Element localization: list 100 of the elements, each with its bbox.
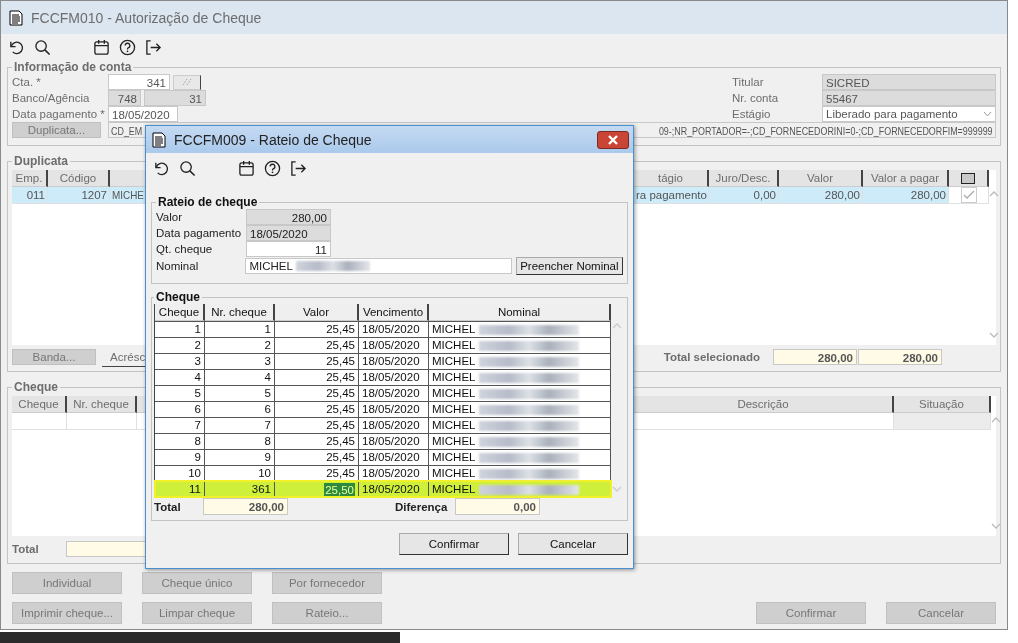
cell-text[interactable]: 25,45 xyxy=(326,386,355,401)
cell-text[interactable]: 25,50 xyxy=(324,482,355,497)
table-row[interactable]: 10 10 25,45 18/05/2020 MICHEL xyxy=(155,465,611,481)
cell-text: 10 xyxy=(258,466,271,481)
account-field[interactable]: 341 xyxy=(108,74,170,90)
cell-text: 4 xyxy=(194,370,201,385)
nominal-field[interactable]: MICHEL xyxy=(245,258,512,274)
checkbox[interactable] xyxy=(960,187,977,203)
column-header[interactable]: Código xyxy=(48,170,110,187)
table-row[interactable]: 1 1 25,45 18/05/2020 MICHEL xyxy=(155,321,611,337)
cell-text[interactable]: 25,45 xyxy=(326,434,355,449)
column-header[interactable]: Cheque xyxy=(155,304,205,321)
cell-text: 3 xyxy=(194,354,201,369)
lookup-button[interactable] xyxy=(173,74,201,90)
table-cell[interactable]: 1207 xyxy=(48,187,110,204)
column-header[interactable]: Cheque xyxy=(12,396,67,413)
difference-label: Diferença xyxy=(395,500,449,513)
field-label: Valor xyxy=(156,211,183,223)
cell-text: MICHEL xyxy=(432,450,476,465)
document-icon xyxy=(152,131,166,148)
table-row[interactable]: 6 6 25,45 18/05/2020 MICHEL xyxy=(155,401,611,417)
cell-text: 18/05/2020 xyxy=(362,322,420,337)
close-icon xyxy=(607,134,619,145)
search-icon[interactable] xyxy=(34,38,51,56)
close-button[interactable] xyxy=(597,130,629,149)
exit-icon[interactable] xyxy=(145,38,162,56)
cell-text[interactable]: 25,45 xyxy=(326,354,355,369)
cell-text[interactable]: 25,45 xyxy=(326,450,355,465)
total-field: 280,00 xyxy=(858,349,942,365)
dialog-button[interactable]: Cancelar xyxy=(518,533,628,555)
field-label: Estágio xyxy=(732,108,772,120)
cell-text: 6 xyxy=(194,402,201,417)
column-header[interactable]: tágio xyxy=(634,170,709,187)
window-title: FCCFM009 - Rateio de Cheque xyxy=(174,131,372,148)
input-field[interactable]: 18/05/2020 xyxy=(246,225,331,241)
cell-text[interactable]: 25,45 xyxy=(326,402,355,417)
cell-text: 361 xyxy=(251,482,271,497)
table-cell[interactable] xyxy=(67,413,137,430)
help-icon[interactable] xyxy=(264,159,281,177)
column-header[interactable]: Nr. cheque xyxy=(205,304,275,321)
cell-text: MICHEL xyxy=(432,370,476,385)
table-cell[interactable]: 011 xyxy=(12,187,48,204)
cell-text[interactable]: 25,45 xyxy=(326,466,355,481)
help-icon[interactable] xyxy=(119,38,136,56)
column-header[interactable]: Valor xyxy=(779,170,863,187)
input-field[interactable]: 11 xyxy=(246,241,331,257)
table-row[interactable]: 2 2 25,45 18/05/2020 MICHEL xyxy=(155,337,611,353)
dialog-button[interactable]: Confirmar xyxy=(399,533,509,555)
cell-text[interactable]: 25,45 xyxy=(326,322,355,337)
field-label: Nominal xyxy=(156,260,200,272)
field-label: Cta. * xyxy=(12,76,42,88)
field-label: Banco/Agência xyxy=(12,92,91,104)
search-icon[interactable] xyxy=(179,159,196,177)
table-cell[interactable] xyxy=(12,413,67,430)
table-cell[interactable]: ra pagamento xyxy=(634,187,709,204)
cell-text: 18/05/2020 xyxy=(362,386,420,401)
input-field[interactable]: 280,00 xyxy=(246,209,331,225)
cell-text[interactable]: 25,45 xyxy=(326,370,355,385)
cell-text: 18/05/2020 xyxy=(362,450,420,465)
calendar-icon[interactable] xyxy=(93,38,110,56)
group-title: Cheque xyxy=(13,380,59,394)
table-row[interactable]: 9 9 25,45 18/05/2020 MICHEL xyxy=(155,449,611,465)
column-header[interactable]: Juro/Desc. xyxy=(709,170,779,187)
calendar-icon[interactable] xyxy=(238,159,255,177)
group-title: Cheque xyxy=(155,290,201,304)
table-cell[interactable]: 280,00 xyxy=(863,187,949,204)
table-row[interactable]: 3 3 25,45 18/05/2020 MICHEL xyxy=(155,353,611,369)
cell-text: MICHEL xyxy=(432,482,476,497)
table-row[interactable]: 8 8 25,45 18/05/2020 MICHEL xyxy=(155,433,611,449)
cell-text[interactable]: 25,45 xyxy=(326,418,355,433)
stage-dropdown[interactable]: Liberado para pagamento xyxy=(822,106,996,122)
total-label: Total selecionado xyxy=(663,351,760,363)
table-row[interactable]: 7 7 25,45 18/05/2020 MICHEL xyxy=(155,417,611,433)
table-row[interactable]: 4 4 25,45 18/05/2020 MICHEL xyxy=(155,369,611,385)
table-cell[interactable]: 280,00 xyxy=(779,187,863,204)
column-header[interactable]: Vencimento xyxy=(359,304,429,321)
field-label: Titular xyxy=(732,76,765,88)
exit-icon[interactable] xyxy=(290,159,307,177)
column-header[interactable]: Nr. cheque xyxy=(67,396,137,413)
column-header[interactable]: Situação xyxy=(894,396,991,413)
caret-icon xyxy=(983,111,992,117)
column-header[interactable]: Nominal xyxy=(429,304,611,321)
fill-nominal-button[interactable]: Preencher Nominal xyxy=(515,257,623,275)
cell-text: MICHEL xyxy=(432,402,476,417)
table-cell[interactable] xyxy=(894,413,991,430)
cell-text[interactable]: 25,45 xyxy=(326,338,355,353)
cell-text: 18/05/2020 xyxy=(362,370,420,385)
date-field[interactable]: 18/05/2020 xyxy=(108,106,178,122)
field-label: Qt. cheque xyxy=(156,243,214,255)
table-row[interactable]: 5 5 25,45 18/05/2020 MICHEL xyxy=(155,385,611,401)
column-header[interactable]: Descrição xyxy=(634,396,894,413)
cell-text: 11 xyxy=(189,482,201,497)
cell-text: 1 xyxy=(264,322,271,337)
table-cell[interactable]: 0,00 xyxy=(709,187,779,204)
table-row[interactable]: 11 361 25,50 18/05/2020 MICHEL xyxy=(155,481,611,497)
column-header[interactable] xyxy=(949,170,989,187)
cell-text: 5 xyxy=(264,386,271,401)
column-header[interactable]: Valor xyxy=(275,304,359,321)
column-header[interactable]: Valor a pagar xyxy=(863,170,949,187)
column-header[interactable]: Emp. xyxy=(12,170,48,187)
